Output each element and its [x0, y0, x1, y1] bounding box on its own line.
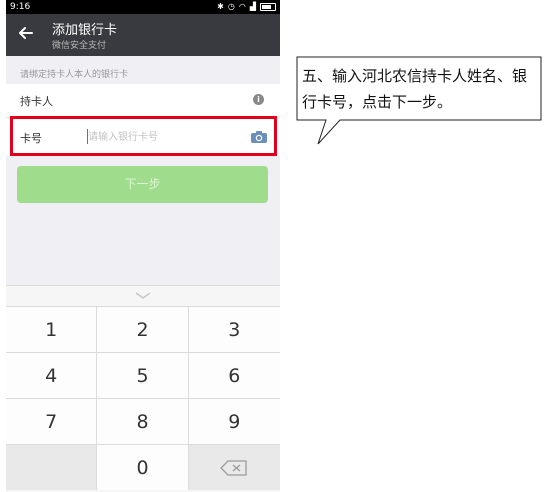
status-icons: ✱ ◷ ◠ ▟ [217, 0, 276, 14]
phone-screen: 9:16 ✱ ◷ ◠ ▟ 添加银行卡 微信安全支付 请绑定持卡人本人的银行卡 持… [6, 0, 280, 492]
callout-text: 五、输入河北农信持卡人姓名、银行卡号，点击下一步。 [302, 67, 528, 111]
app-bar: 添加银行卡 微信安全支付 [6, 14, 280, 56]
key-6[interactable]: 6 [188, 352, 280, 398]
chevron-down-icon[interactable] [133, 290, 153, 300]
cardholder-row[interactable]: 持卡人 i [6, 84, 280, 118]
page-subtitle: 微信安全支付 [52, 41, 107, 51]
key-4[interactable]: 4 [6, 352, 98, 398]
key-1[interactable]: 1 [6, 306, 98, 352]
key-7[interactable]: 7 [6, 398, 98, 444]
bind-card-hint: 请绑定持卡人本人的银行卡 [20, 70, 129, 80]
key-3[interactable]: 3 [188, 306, 280, 352]
key-5[interactable]: 5 [97, 352, 189, 398]
cardholder-label: 持卡人 [20, 95, 53, 108]
key-9[interactable]: 9 [188, 398, 280, 444]
status-time: 9:16 [10, 2, 31, 12]
numeric-keyboard: 1 2 3 4 5 6 7 8 9 0 [6, 285, 280, 492]
key-8[interactable]: 8 [97, 398, 189, 444]
page-title: 添加银行卡 [52, 23, 118, 38]
alarm-icon: ◷ [227, 2, 235, 11]
next-button[interactable]: 下一步 [17, 166, 268, 203]
battery-icon [260, 3, 276, 11]
signal-icon: ▟ [249, 2, 256, 11]
wifi-icon: ◠ [238, 2, 246, 11]
keypad-grid: 1 2 3 4 5 6 7 8 9 0 [6, 306, 280, 490]
back-arrow-icon[interactable] [16, 23, 36, 43]
info-icon[interactable]: i [253, 94, 264, 105]
key-0[interactable]: 0 [97, 444, 189, 490]
status-bar: 9:16 ✱ ◷ ◠ ▟ [6, 0, 280, 14]
key-delete[interactable] [188, 444, 280, 490]
highlight-box [10, 116, 277, 156]
backspace-icon [220, 459, 247, 476]
key-2[interactable]: 2 [97, 306, 189, 352]
key-blank [6, 444, 98, 490]
bluetooth-icon: ✱ [217, 2, 224, 11]
